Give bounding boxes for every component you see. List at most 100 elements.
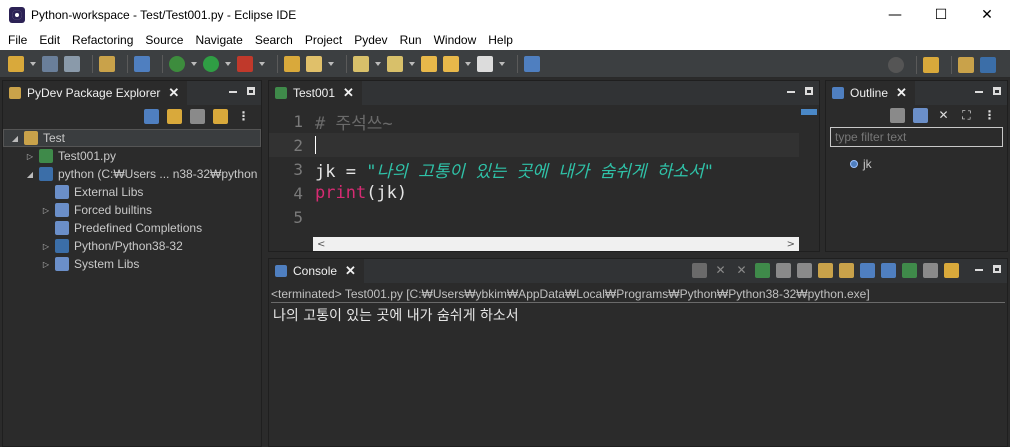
view-menu-icon[interactable]: ⋮ [236, 109, 251, 124]
next-annotation-dropdown-icon[interactable] [375, 61, 381, 66]
expand-icon[interactable]: ⛶ [959, 108, 974, 123]
run-icon[interactable] [203, 55, 219, 72]
menu-pydev[interactable]: Pydev [348, 33, 393, 47]
tab-package-explorer[interactable]: PyDev Package Explorer ✕ [3, 81, 188, 105]
close-icon[interactable]: ✕ [345, 263, 356, 279]
expand-icon[interactable]: ▷ [41, 242, 51, 251]
expand-icon[interactable]: ▷ [41, 206, 51, 215]
tree-item-test[interactable]: ◢ Test [3, 129, 261, 147]
scroll-lock-icon[interactable] [818, 263, 833, 278]
tree-item-python-interpreter[interactable]: ◢ python (C:₩Users ... n38-32₩python [3, 165, 261, 183]
pin-editor-icon[interactable] [524, 55, 540, 72]
menu-edit[interactable]: Edit [33, 33, 66, 47]
word-wrap-icon[interactable] [839, 263, 854, 278]
project-icon[interactable] [99, 55, 115, 72]
menu-help[interactable]: Help [482, 33, 519, 47]
external-tools-icon[interactable] [237, 55, 253, 72]
remove-all-icon[interactable]: ✕ [734, 263, 749, 278]
scroll-left-icon[interactable]: < [317, 239, 325, 250]
maximize-button[interactable]: ☐ [918, 0, 964, 30]
minimize-view-icon[interactable] [975, 269, 983, 271]
tree-item-external-libs[interactable]: External Libs [3, 183, 261, 201]
back-icon[interactable] [443, 55, 459, 72]
prev-annotation-icon[interactable] [387, 55, 403, 72]
brush-icon[interactable] [306, 55, 322, 72]
link-editor-icon[interactable] [167, 108, 182, 124]
save-all-icon[interactable] [64, 55, 80, 72]
debug-perspective-icon[interactable] [958, 57, 974, 73]
scroll-right-icon[interactable]: > [787, 239, 795, 250]
code-line-current[interactable]: 2 [269, 133, 799, 157]
external-tools-dropdown-icon[interactable] [259, 61, 265, 66]
debug-dropdown-icon[interactable] [191, 61, 197, 66]
collapse-all-icon[interactable] [144, 108, 159, 124]
next-annotation-icon[interactable] [353, 55, 369, 72]
menu-refactoring[interactable]: Refactoring [66, 33, 139, 47]
tab-test001[interactable]: Test001 ✕ [269, 81, 362, 105]
show-stdout-icon[interactable] [860, 263, 875, 278]
menu-window[interactable]: Window [428, 33, 483, 47]
menu-search[interactable]: Search [249, 33, 299, 47]
outline-filter-input[interactable]: type filter text [830, 127, 1003, 147]
maximize-view-icon[interactable] [247, 87, 255, 95]
filter-icon[interactable] [190, 108, 205, 124]
pydev-perspective-icon[interactable] [980, 57, 996, 73]
clear-console-icon[interactable] [797, 263, 812, 278]
tree-item-test001[interactable]: ▷ Test001.py [3, 147, 261, 165]
menu-file[interactable]: File [2, 33, 33, 47]
menu-navigate[interactable]: Navigate [189, 33, 248, 47]
new-dropdown-icon[interactable] [30, 61, 36, 66]
code-line[interactable]: 5 [269, 205, 799, 229]
focus-icon[interactable] [213, 108, 228, 124]
code-line[interactable]: 4 print(jk) [269, 181, 799, 205]
close-button[interactable]: ✕ [964, 0, 1010, 30]
view-menu-icon[interactable]: ⋮ [982, 108, 997, 123]
tree-item-system-libs[interactable]: ▷ System Libs [3, 255, 261, 273]
search-icon[interactable] [888, 57, 904, 73]
outline-item-jk[interactable]: jk [850, 155, 872, 173]
console-icon[interactable] [134, 55, 150, 72]
code-line[interactable]: 3 jk = "나의 고통이 있는 곳에 내가 숨쉬게 하소서" [269, 157, 799, 182]
save-icon[interactable] [42, 55, 58, 72]
last-edit-icon[interactable] [421, 55, 437, 72]
vertical-scrollbar[interactable] [799, 105, 819, 251]
close-icon[interactable]: ✕ [168, 85, 179, 101]
debug-icon[interactable] [169, 55, 185, 72]
pin-console-icon[interactable] [902, 263, 917, 278]
terminate-icon[interactable] [692, 263, 707, 278]
new-icon[interactable] [8, 55, 24, 72]
open-perspective-icon[interactable] [923, 57, 939, 73]
minimize-button[interactable]: — [872, 0, 918, 30]
open-console-icon[interactable] [944, 263, 959, 278]
maximize-view-icon[interactable] [805, 87, 813, 95]
scroll-thumb[interactable] [801, 109, 817, 115]
forward-dropdown-icon[interactable] [499, 61, 505, 66]
run-dropdown-icon[interactable] [225, 61, 231, 66]
display-console-icon[interactable] [923, 263, 938, 278]
minimize-view-icon[interactable] [787, 91, 795, 93]
tree-item-forced-builtins[interactable]: ▷ Forced builtins [3, 201, 261, 219]
filter-icon[interactable] [890, 107, 905, 123]
tree-item-python38[interactable]: ▷ Python/Python38-32 [3, 237, 261, 255]
maximize-view-icon[interactable] [993, 87, 1001, 95]
code-editor[interactable]: 1 # 주석쓰~ 2 3 jk = "나의 고통이 있는 곳에 내가 숨쉬게 하… [269, 105, 799, 237]
minimize-view-icon[interactable] [975, 91, 983, 93]
menu-run[interactable]: Run [394, 33, 428, 47]
tab-console[interactable]: Console ✕ [269, 259, 364, 283]
sort-icon[interactable] [913, 107, 928, 123]
expand-icon[interactable]: ▷ [41, 260, 51, 269]
close-icon[interactable]: ✕ [343, 85, 354, 101]
pydev-console-icon[interactable] [755, 263, 770, 278]
horizontal-scrollbar[interactable]: < > [313, 237, 799, 251]
forward-icon[interactable] [477, 55, 493, 72]
maximize-view-icon[interactable] [993, 265, 1001, 273]
expand-icon[interactable]: ◢ [25, 170, 35, 179]
menu-source[interactable]: Source [139, 33, 189, 47]
prev-annotation-dropdown-icon[interactable] [409, 61, 415, 66]
expand-icon[interactable]: ◢ [10, 134, 20, 143]
console-output[interactable]: 나의 고통이 있는 곳에 내가 숨쉬게 하소서 [273, 305, 519, 325]
minimize-view-icon[interactable] [229, 91, 237, 93]
copy-icon[interactable] [776, 263, 791, 278]
tree-item-predefined-completions[interactable]: Predefined Completions [3, 219, 261, 237]
back-dropdown-icon[interactable] [465, 61, 471, 66]
